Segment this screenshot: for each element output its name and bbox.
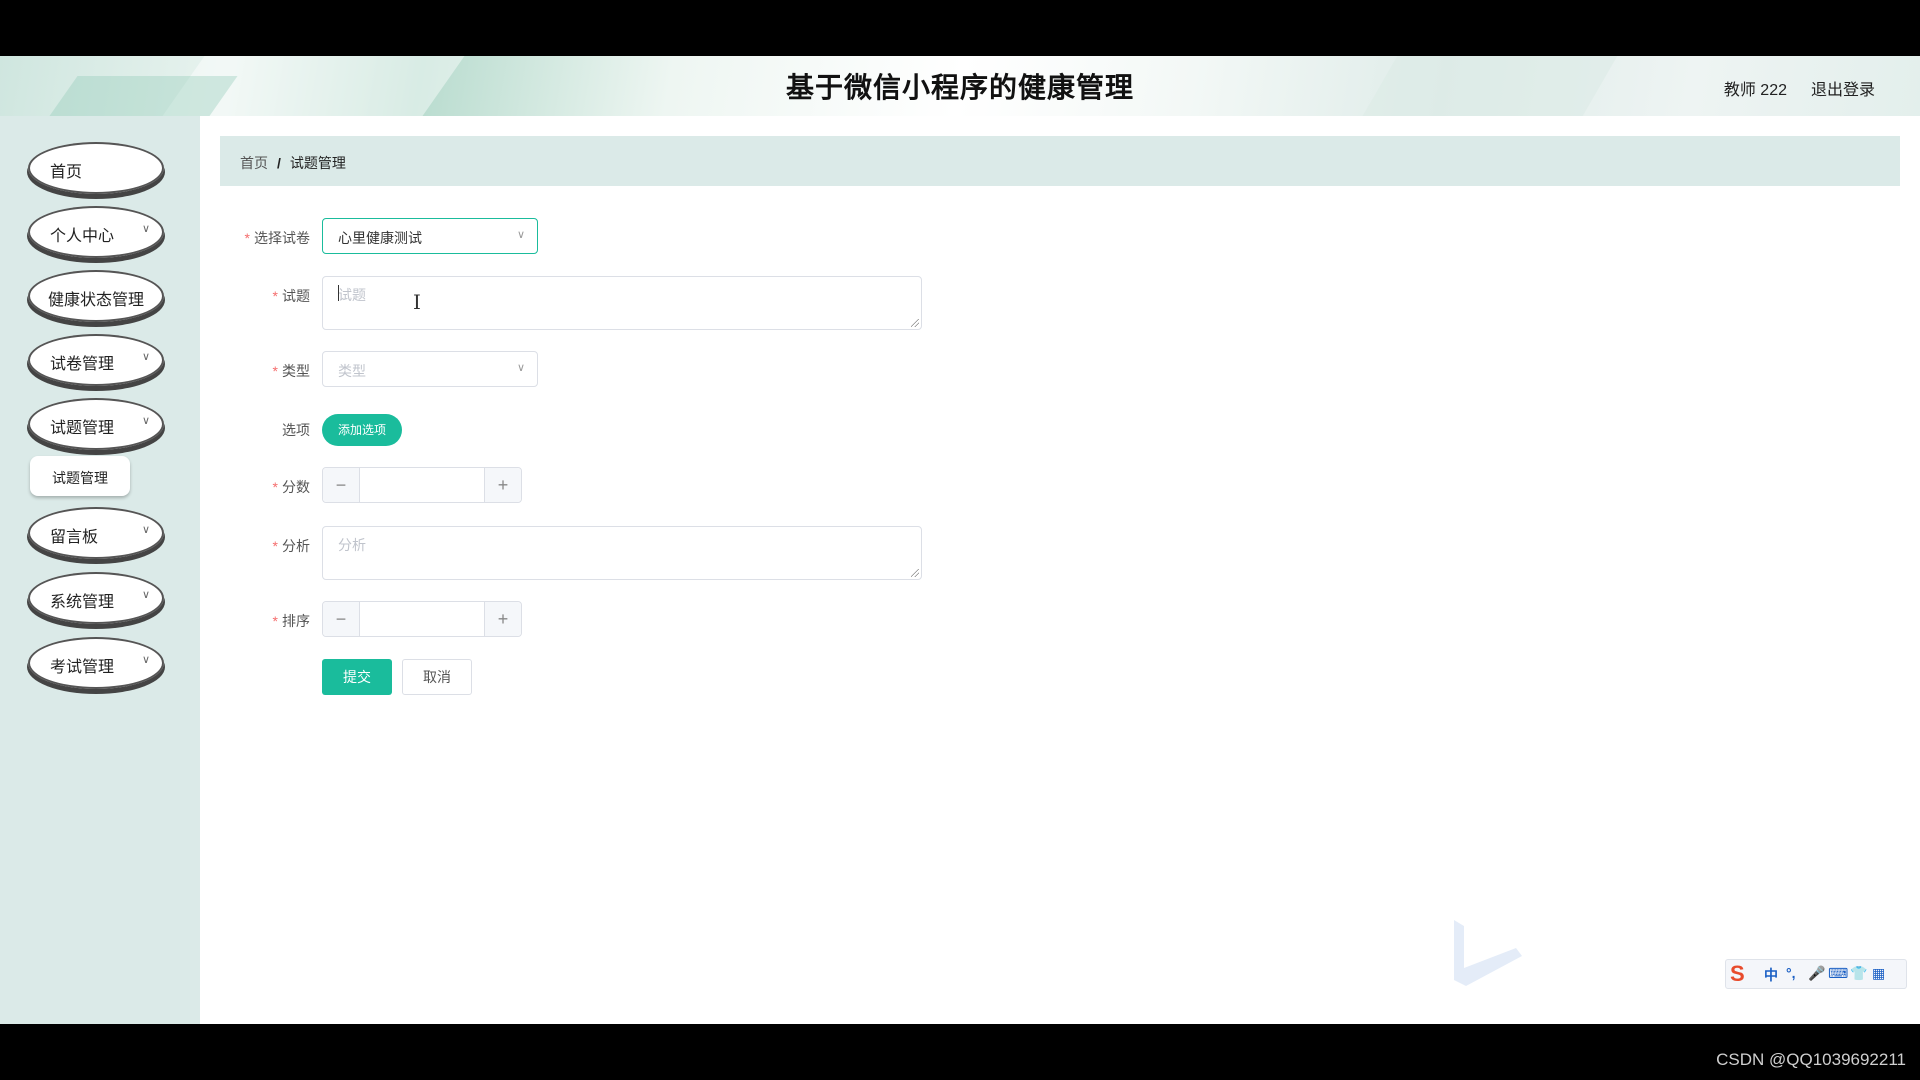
resize-handle-icon[interactable]: [911, 319, 919, 327]
sidebar-item-personal-center[interactable]: 个人中心 ∨: [28, 206, 164, 258]
sidebar-item-label: 个人中心: [50, 228, 115, 245]
type-select-placeholder: 类型: [338, 363, 366, 379]
score-label-text: 分数: [282, 479, 310, 495]
type-select[interactable]: 类型 ∨: [322, 351, 538, 387]
skin-icon[interactable]: 👕: [1850, 965, 1867, 982]
sidebar-subitem-question-management[interactable]: 试题管理: [30, 456, 130, 496]
analysis-label: * 分析: [190, 536, 310, 556]
question-label-text: 试题: [282, 288, 310, 304]
paper-select[interactable]: 心里健康测试 ∨: [322, 218, 538, 254]
text-cursor-icon: I: [413, 290, 421, 314]
chevron-down-icon: ∨: [516, 362, 525, 374]
sidebar-item-label: 试卷管理: [50, 356, 115, 373]
required-mark: *: [272, 479, 278, 495]
analysis-label-text: 分析: [282, 538, 310, 554]
logout-link[interactable]: 退出登录: [1811, 76, 1875, 100]
decorative-logo-icon: [1454, 920, 1522, 986]
sidebar-subitem-label: 试题管理: [52, 470, 108, 486]
paper-select-value: 心里健康测试: [338, 230, 422, 246]
analysis-textarea[interactable]: 分析: [322, 526, 922, 580]
sidebar-item-label: 系统管理: [50, 594, 115, 611]
score-input[interactable]: [360, 468, 484, 502]
paper-label-text: 选择试卷: [254, 230, 310, 246]
options-label: 选项: [282, 422, 310, 438]
sidebar-item-message-board[interactable]: 留言板 ∨: [28, 507, 164, 559]
score-label: * 分数: [190, 477, 310, 497]
sidebar-item-label: 试题管理: [50, 420, 115, 437]
sidebar-item-health-status[interactable]: 健康状态管理: [28, 270, 164, 322]
order-stepper: − +: [322, 601, 522, 637]
score-stepper: − +: [322, 467, 522, 503]
order-decrement-button[interactable]: −: [323, 602, 360, 636]
score-decrement-button[interactable]: −: [323, 468, 360, 502]
breadcrumb-separator: /: [277, 155, 281, 171]
ime-language-toggle[interactable]: 中: [1764, 965, 1778, 985]
required-mark: *: [272, 538, 278, 554]
paper-label: * 选择试卷: [190, 228, 310, 248]
app-window: 基于微信小程序的健康管理 教师 222 退出登录 首页 个人中心 ∨ 健康状态管…: [0, 56, 1920, 1024]
breadcrumb: 首页 / 试题管理: [220, 136, 1900, 186]
sidebar-item-paper-management[interactable]: 试卷管理 ∨: [28, 334, 164, 386]
resize-handle-icon[interactable]: [911, 569, 919, 577]
chevron-down-icon: ∨: [141, 589, 150, 601]
cancel-button[interactable]: 取消: [402, 659, 472, 695]
chevron-down-icon: ∨: [141, 654, 150, 666]
question-textarea[interactable]: 试题: [322, 276, 922, 330]
chevron-down-icon: ∨: [141, 524, 150, 536]
score-increment-button[interactable]: +: [484, 468, 521, 502]
microphone-icon[interactable]: 🎤: [1808, 965, 1825, 982]
type-label-text: 类型: [282, 363, 310, 379]
submit-button[interactable]: 提交: [322, 659, 392, 695]
chevron-down-icon: ∨: [141, 415, 150, 427]
header-bar: 基于微信小程序的健康管理 教师 222 退出登录: [0, 56, 1920, 116]
required-mark: *: [244, 230, 250, 246]
text-caret: [338, 285, 339, 301]
menu-grid-icon[interactable]: ▦: [1872, 965, 1885, 982]
sidebar-item-question-management[interactable]: 试题管理 ∨: [28, 398, 164, 450]
sidebar-item-label: 考试管理: [50, 659, 115, 676]
sidebar: 首页 个人中心 ∨ 健康状态管理 试卷管理 ∨ 试题管理 ∨ 试题管理 留言板 …: [0, 116, 200, 1024]
analysis-placeholder: 分析: [338, 537, 366, 553]
question-placeholder: 试题: [338, 287, 366, 303]
order-label: * 排序: [190, 611, 310, 631]
order-label-text: 排序: [282, 613, 310, 629]
sidebar-item-label: 留言板: [50, 529, 99, 546]
type-label: * 类型: [190, 361, 310, 381]
sidebar-item-system-management[interactable]: 系统管理 ∨: [28, 572, 164, 624]
ime-punctuation-icon[interactable]: °,: [1786, 965, 1796, 981]
order-input[interactable]: [360, 602, 484, 636]
required-mark: *: [272, 613, 278, 629]
sidebar-item-exam-management[interactable]: 考试管理 ∨: [28, 637, 164, 689]
chevron-down-icon: ∨: [516, 229, 525, 241]
chevron-down-icon: ∨: [141, 223, 150, 235]
keyboard-icon[interactable]: ⌨: [1828, 965, 1848, 982]
breadcrumb-home-link[interactable]: 首页: [240, 155, 268, 171]
current-user: 教师 222: [1723, 82, 1787, 99]
app-title: 基于微信小程序的健康管理: [785, 72, 1134, 103]
required-mark: *: [272, 288, 278, 304]
sidebar-item-label: 健康状态管理: [48, 292, 145, 309]
chevron-down-icon: ∨: [141, 351, 150, 363]
sidebar-item-label: 首页: [50, 164, 83, 181]
sidebar-item-home[interactable]: 首页: [28, 142, 164, 194]
watermark: CSDN @QQ1039692211: [1716, 1050, 1906, 1069]
order-increment-button[interactable]: +: [484, 602, 521, 636]
add-option-button[interactable]: 添加选项: [322, 414, 402, 446]
ime-toolbar: S 中 °, 🎤 ⌨ 👕 ▦: [1725, 959, 1907, 989]
question-label: * 试题: [190, 286, 310, 306]
breadcrumb-current: 试题管理: [289, 155, 346, 171]
ime-logo-icon[interactable]: S: [1730, 961, 1745, 987]
required-mark: *: [272, 363, 278, 379]
